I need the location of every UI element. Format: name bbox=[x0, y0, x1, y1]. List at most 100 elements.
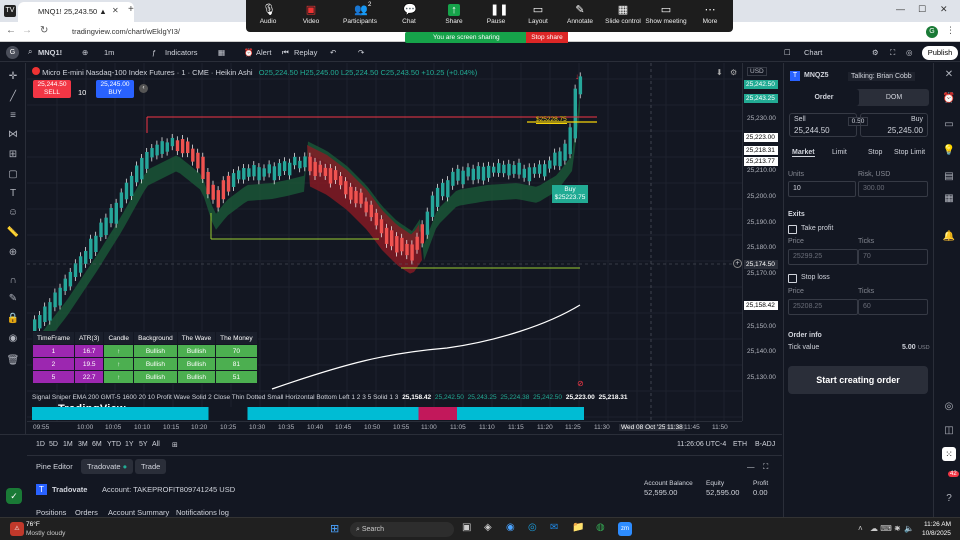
crosshair-plus-icon[interactable]: + bbox=[733, 259, 742, 268]
help-icon[interactable]: ? bbox=[942, 493, 956, 505]
zoom-in-icon[interactable]: ⊕ bbox=[6, 247, 20, 259]
tab-pine-editor[interactable]: Pine Editor bbox=[36, 462, 73, 471]
emoji-icon[interactable]: ☺ bbox=[6, 207, 20, 219]
news-icon[interactable]: ▤ bbox=[942, 171, 956, 183]
text-icon[interactable]: T bbox=[6, 188, 20, 200]
tv-menu-icon[interactable]: G bbox=[6, 46, 19, 59]
zoom-audio[interactable]: 🎙 Audio bbox=[248, 4, 288, 25]
quick-sell-button[interactable]: 25,244.50 SELL bbox=[33, 80, 71, 98]
pattern-icon[interactable]: ⋈ bbox=[6, 129, 20, 141]
stop-share-button[interactable]: Stop share bbox=[526, 32, 568, 43]
scroll-down-icon[interactable]: ⬇ bbox=[716, 68, 723, 77]
order-type-stop-limit[interactable]: Stop Limit bbox=[894, 149, 925, 156]
indicators-button[interactable]: Indicators bbox=[165, 48, 198, 57]
range-6m[interactable]: 6M bbox=[92, 441, 102, 448]
tab-orders[interactable]: Orders bbox=[75, 508, 98, 517]
range-1m[interactable]: 1M bbox=[63, 441, 73, 448]
search-icon[interactable]: ⌕ bbox=[28, 47, 32, 57]
minimize-icon[interactable]: — bbox=[896, 4, 905, 14]
range-1d[interactable]: 1D bbox=[36, 441, 45, 448]
maximize-panel-icon[interactable]: ⛶ bbox=[763, 462, 768, 472]
tab-notifications-log[interactable]: Notifications log bbox=[176, 508, 229, 517]
chat-bubble-icon[interactable]: ▭ bbox=[942, 119, 956, 131]
sl-price-input[interactable]: 25208.25 bbox=[788, 299, 858, 315]
range-5y[interactable]: 5Y bbox=[139, 441, 148, 448]
weather-icon[interactable]: ⚠ bbox=[10, 522, 24, 536]
alarm-icon[interactable]: ⏰ bbox=[942, 93, 956, 105]
layers-icon[interactable]: ◫ bbox=[942, 425, 956, 437]
tp-price-input[interactable]: 25299.25 bbox=[788, 249, 858, 265]
order-type-market[interactable]: Market bbox=[792, 149, 815, 157]
ruler-icon[interactable]: 📏 bbox=[6, 227, 20, 239]
tab-positions[interactable]: Positions bbox=[36, 508, 66, 517]
take-profit-checkbox[interactable] bbox=[788, 225, 797, 234]
crosshair-icon[interactable]: ✛ bbox=[6, 71, 20, 83]
tab-dom[interactable]: DOM bbox=[859, 89, 929, 106]
maximize-icon[interactable]: ☐ bbox=[918, 4, 926, 15]
date-range-icon[interactable]: ⊞ bbox=[172, 441, 178, 449]
price-axis[interactable]: USD 25,230.00 25,210.00 25,200.00 25,190… bbox=[742, 63, 782, 421]
buy-order-tag[interactable]: Buy $25223.75 bbox=[552, 185, 588, 203]
replay-button[interactable]: Replay bbox=[294, 48, 317, 57]
notifications-badge[interactable]: 42 bbox=[948, 471, 959, 477]
zoom-show-meeting[interactable]: ▭ Show meeting bbox=[644, 4, 688, 25]
browser-icon[interactable]: ◎ bbox=[528, 522, 537, 533]
order-symbol[interactable]: MNQZ5 bbox=[804, 72, 829, 79]
redo-icon[interactable]: ↷ bbox=[358, 48, 364, 57]
indicator-status-line[interactable]: Signal Sniper EMA 200 GMT-5 1600 20 10 P… bbox=[32, 394, 628, 401]
publish-button[interactable]: Publish bbox=[922, 46, 958, 60]
zoom-chat[interactable]: 💬 Chat bbox=[389, 4, 429, 25]
reload-icon[interactable]: ↻ bbox=[40, 25, 48, 36]
interval-button[interactable]: 1m bbox=[104, 48, 114, 57]
zoom-annotate[interactable]: ✎ Annotate bbox=[560, 4, 600, 25]
explorer-icon[interactable]: 📁 bbox=[572, 522, 584, 533]
target-icon[interactable]: ◎ bbox=[942, 401, 956, 413]
back-icon[interactable]: ← bbox=[6, 25, 16, 36]
zoom-participants[interactable]: 👥 Participants bbox=[338, 4, 382, 25]
quick-qty[interactable]: 10 bbox=[78, 88, 86, 97]
zoom-floating-icon[interactable]: ✓ bbox=[6, 488, 22, 504]
eye-icon[interactable]: ◉ bbox=[6, 333, 20, 345]
close-tab-icon[interactable]: ✕ bbox=[112, 6, 119, 15]
range-all[interactable]: All bbox=[152, 441, 160, 448]
legend-collapse-icon[interactable]: ‹ bbox=[139, 84, 148, 93]
risk-input[interactable]: 300.00 bbox=[858, 181, 928, 197]
menu-icon[interactable]: ⋮ bbox=[946, 25, 955, 36]
symbol-search[interactable]: MNQ1! bbox=[38, 48, 62, 57]
currency-selector[interactable]: USD bbox=[747, 67, 767, 76]
url-field[interactable]: tradingview.com/chart/wEklgYI3/ bbox=[72, 25, 252, 39]
profile-avatar[interactable]: G bbox=[926, 26, 938, 38]
outlook-icon[interactable]: ✉ bbox=[550, 522, 558, 533]
tab-order[interactable]: Order bbox=[789, 89, 859, 106]
lock-icon[interactable]: 🔒 bbox=[6, 313, 20, 325]
range-5d[interactable]: 5D bbox=[49, 441, 58, 448]
alert-button[interactable]: Alert bbox=[256, 48, 271, 57]
chart-name[interactable]: Chart bbox=[804, 48, 822, 57]
zoom-video[interactable]: ▣ Video bbox=[291, 4, 331, 25]
sl-ticks-input[interactable]: 60 bbox=[858, 299, 928, 315]
add-symbol-icon[interactable]: ⊕ bbox=[82, 48, 88, 57]
wifi-icon[interactable]: ≋ bbox=[894, 524, 901, 533]
new-tab-icon[interactable]: + bbox=[128, 4, 134, 15]
sell-button[interactable]: Sell 25,244.50 bbox=[789, 113, 857, 137]
sl-ticks-label[interactable]: Ticks bbox=[858, 288, 874, 295]
start-creating-order-button[interactable]: Start creating order bbox=[788, 366, 928, 394]
order-type-stop[interactable]: Stop bbox=[868, 149, 882, 156]
tab-tradovate[interactable]: Tradovate ● bbox=[81, 459, 134, 474]
risk-label[interactable]: Risk, USD bbox=[858, 171, 890, 178]
fullscreen-icon[interactable]: ⛶ bbox=[890, 48, 895, 58]
legend-title[interactable]: Micro E-mini Nasdaq-100 Index Futures · … bbox=[42, 68, 253, 77]
volume-icon[interactable]: 🔈 bbox=[904, 524, 914, 533]
edge-icon[interactable]: ◉ bbox=[506, 522, 515, 533]
undo-icon[interactable]: ↶ bbox=[330, 48, 336, 57]
minimize-panel-icon[interactable]: — bbox=[747, 462, 755, 471]
clock-time[interactable]: 11:26 AM bbox=[924, 521, 951, 528]
trendline-icon[interactable]: ╱ bbox=[6, 91, 20, 103]
zoom-pause[interactable]: ❚❚ Pause bbox=[476, 4, 516, 25]
units-input[interactable]: 10 bbox=[788, 181, 856, 197]
fib-icon[interactable]: ⊞ bbox=[6, 149, 20, 161]
tp-ticks-input[interactable]: 70 bbox=[858, 249, 928, 265]
search-box[interactable]: ⌕ Search bbox=[350, 522, 454, 537]
session-button[interactable]: ETH bbox=[733, 441, 747, 448]
copilot-icon[interactable]: ◈ bbox=[484, 522, 492, 533]
